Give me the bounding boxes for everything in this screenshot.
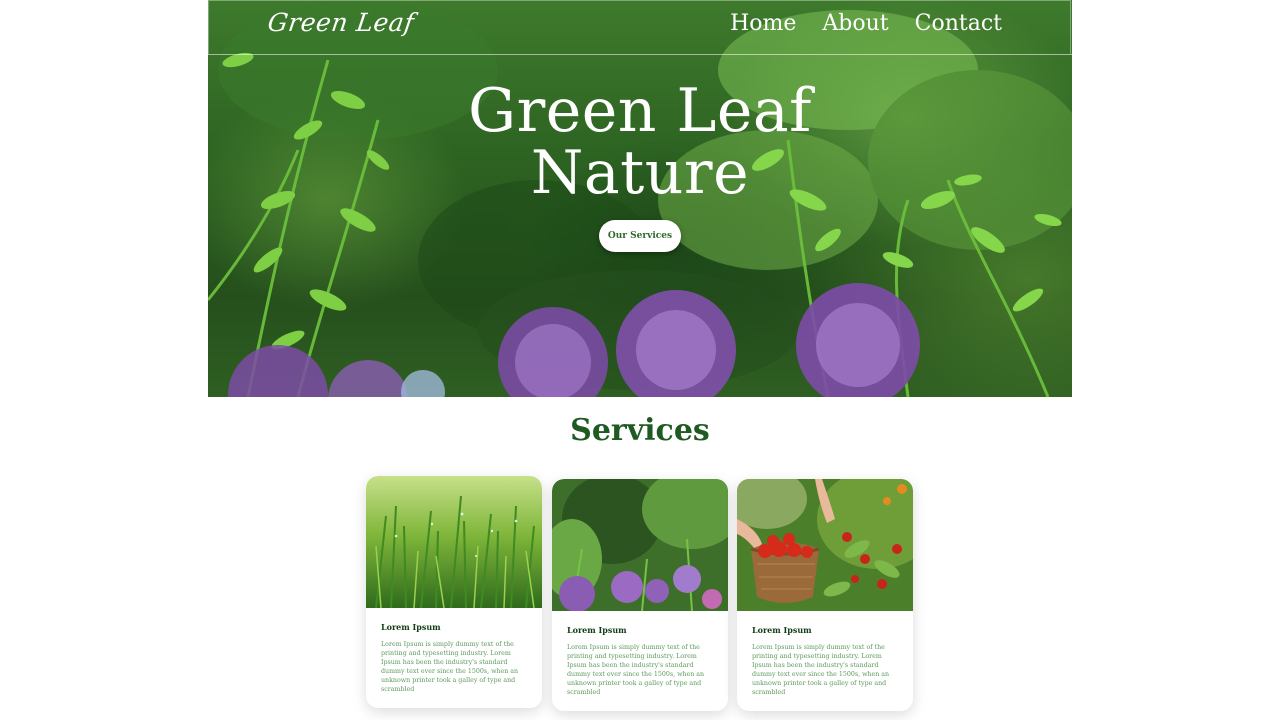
service-card-2[interactable]: Lorem Ipsum Lorem Ipsum is simply dummy … <box>552 479 728 711</box>
card-description: Lorem Ipsum is simply dummy text of the … <box>381 641 519 693</box>
card-description: Lorem Ipsum is simply dummy text of the … <box>752 644 890 696</box>
card-description: Lorem Ipsum is simply dummy text of the … <box>567 644 705 696</box>
hero-title-line2: Nature <box>530 138 750 208</box>
nav-link-home[interactable]: Home <box>730 11 796 36</box>
grass-photo <box>366 476 542 608</box>
service-card-1[interactable]: Lorem Ipsum Lorem Ipsum is simply dummy … <box>366 476 542 708</box>
tomato-harvest-photo <box>737 479 913 611</box>
site-logo[interactable]: Green Leaf <box>266 8 416 37</box>
card-heading: Lorem Ipsum <box>381 622 441 632</box>
card-heading: Lorem Ipsum <box>752 625 812 635</box>
hero-title: Green Leaf Nature <box>208 80 1072 204</box>
card-heading: Lorem Ipsum <box>567 625 627 635</box>
main-nav: Home About Contact <box>730 11 1002 36</box>
our-services-button[interactable]: Our Services <box>599 220 681 252</box>
services-title: Services <box>570 413 710 448</box>
nav-link-contact[interactable]: Contact <box>915 11 1002 36</box>
nav-divider <box>208 54 1072 55</box>
hero-section: Green Leaf Home About Contact Green Leaf… <box>208 0 1072 397</box>
allium-garden-photo <box>552 479 728 611</box>
service-card-3[interactable]: Lorem Ipsum Lorem Ipsum is simply dummy … <box>737 479 913 711</box>
nav-link-about[interactable]: About <box>822 11 888 36</box>
hero-title-line1: Green Leaf <box>468 76 812 146</box>
